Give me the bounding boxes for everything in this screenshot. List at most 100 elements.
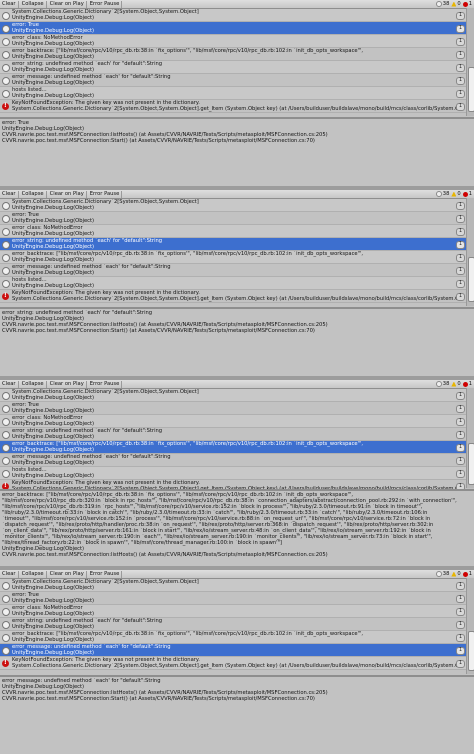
log-stack-line: UnityEngine.Debug:Log(Object) [12, 283, 95, 289]
log-entry[interactable]: KeyNotFoundException: The given key was … [0, 290, 474, 303]
info-count-toggle[interactable]: 38 [435, 571, 449, 577]
clear-button[interactable]: Clear [0, 380, 19, 388]
log-entry[interactable]: error_message: undefined method `each' f… [0, 454, 474, 467]
collapse-count-badge: 1 [456, 25, 465, 33]
clear-on-play-toggle[interactable]: Clear on Play [48, 190, 87, 198]
scrollbar-thumb[interactable] [468, 257, 474, 302]
error-count-toggle[interactable]: 1 [462, 381, 472, 387]
error-count-toggle[interactable]: 1 [462, 1, 472, 7]
info-icon [2, 392, 10, 400]
log-entry[interactable]: System.Collections.Generic.Dictionary`2[… [0, 579, 474, 592]
clear-button[interactable]: Clear [0, 570, 19, 578]
info-icon [2, 90, 10, 98]
warning-count-toggle[interactable]: 0 [451, 1, 461, 7]
log-entry[interactable]: error_string: undefined method `each' fo… [0, 61, 474, 74]
clear-button[interactable]: Clear [0, 0, 19, 8]
info-icon [2, 634, 10, 642]
collapse-count-badge: 1 [456, 77, 465, 85]
error-pause-toggle[interactable]: Error Pause [88, 190, 123, 198]
count-label: 1 [468, 571, 472, 577]
info-count-toggle[interactable]: 38 [435, 1, 449, 7]
count-label: 38 [442, 381, 450, 387]
clear-on-play-toggle[interactable]: Clear on Play [48, 0, 87, 8]
log-list-scrollbar[interactable] [466, 388, 474, 488]
console-toolbar: Clear Collapse Clear on Play Error Pause 38 0… [0, 0, 474, 9]
scrollbar-thumb[interactable] [468, 631, 474, 671]
log-entry[interactable]: error_message: undefined method `each' f… [0, 74, 474, 87]
info-count-toggle[interactable]: 38 [435, 381, 450, 387]
collapse-toggle[interactable]: Collapse [20, 380, 47, 388]
warning-icon [451, 1, 457, 7]
log-entry[interactable]: System.Collections.Generic.Dictionary`2[… [0, 199, 474, 212]
warning-count-toggle[interactable]: 0 [451, 191, 461, 197]
error-pause-toggle[interactable]: Error Pause [88, 380, 123, 388]
warning-count-toggle[interactable]: 0 [451, 381, 461, 387]
info-icon [2, 241, 10, 249]
count-label: 38 [442, 191, 450, 197]
collapse-toggle[interactable]: Collapse [20, 0, 47, 8]
log-entry[interactable]: error_message: undefined method `each' f… [0, 264, 474, 277]
error-pause-toggle[interactable]: Error Pause [88, 0, 123, 8]
log-entry[interactable]: System.Collections.Generic.Dictionary`2[… [0, 389, 474, 402]
scrollbar-thumb[interactable] [468, 67, 474, 112]
clear-on-play-toggle[interactable]: Clear on Play [48, 570, 87, 578]
log-entry[interactable]: error_class: NoMethodError UnityEngine.De… [0, 415, 474, 428]
log-entry[interactable]: System.Collections.Generic.Dictionary`2[… [0, 9, 474, 22]
log-entry[interactable]: error_string: undefined method `each' fo… [0, 618, 474, 631]
collapse-toggle[interactable]: Collapse [20, 190, 47, 198]
collapse-count-badge: 1 [456, 457, 465, 465]
log-entry[interactable]: error: True UnityEngine.Debug:Log(Object)… [0, 402, 474, 415]
log-entry[interactable]: error_class: NoMethodError UnityEngine.De… [0, 605, 474, 618]
log-entry[interactable]: KeyNotFoundException: The given key was … [0, 100, 474, 113]
error-count-toggle[interactable]: 1 [462, 191, 472, 197]
log-entry[interactable]: error_backtrace: ["lib/msf/core/rpc/v10/… [0, 631, 474, 644]
clear-on-play-toggle[interactable]: Clear on Play [48, 380, 87, 388]
log-entry[interactable]: hosts listed... UnityEngine.Debug:Log(Obj… [0, 87, 474, 100]
scrollbar-thumb[interactable] [468, 443, 474, 485]
log-counters: 38 0 1 [434, 381, 472, 387]
log-entry[interactable]: error_backtrace: ["lib/msf/core/rpc/v10/… [0, 48, 474, 61]
log-list-scrollbar[interactable] [466, 8, 474, 116]
warning-icon [451, 191, 457, 197]
log-entry[interactable]: KeyNotFoundException: The given key was … [0, 480, 474, 489]
log-stack-line: UnityEngine.Debug:Log(Object) [12, 54, 95, 60]
collapse-count-badge: 1 [456, 660, 465, 668]
log-entry[interactable]: hosts listed... UnityEngine.Debug:Log(Obj… [0, 277, 474, 290]
log-entry[interactable]: error_class: NoMethodError UnityEngine.De… [0, 225, 474, 238]
log-stack-line: UnityEngine.Debug:Log(Object) [12, 218, 95, 224]
log-detail-pane: error_backtrace: ["lib/msf/core/rpc/v10/… [0, 491, 474, 559]
console-panel-1: Clear Collapse Clear on Play Error Pause 38 0… [0, 0, 474, 186]
log-entry[interactable]: error: True UnityEngine.Debug:Log(Object)… [0, 592, 474, 605]
error-count-toggle[interactable]: 1 [462, 571, 472, 577]
info-icon [2, 215, 10, 223]
clear-button[interactable]: Clear [0, 190, 19, 198]
log-entry[interactable]: error_string: undefined method `each' fo… [0, 238, 474, 251]
collapse-count-badge: 1 [456, 103, 465, 111]
count-label: 0 [457, 571, 461, 577]
log-stack-line: UnityEngine.Debug:Log(Object) [12, 244, 95, 250]
log-list-scrollbar[interactable] [466, 198, 474, 306]
error-pause-toggle[interactable]: Error Pause [88, 570, 123, 578]
log-entry[interactable]: error_message: undefined method `each' f… [0, 644, 474, 657]
info-icon [2, 444, 10, 452]
info-icon [2, 582, 10, 590]
log-entry[interactable]: error_backtrace: ["lib/msf/core/rpc/v10/… [0, 441, 474, 454]
log-entry[interactable]: error_class: NoMethodError UnityEngine.De… [0, 35, 474, 48]
log-entry[interactable]: error: True UnityEngine.Debug:Log(Object)… [0, 212, 474, 225]
log-counters: 38 0 1 [434, 1, 472, 7]
warning-count-toggle[interactable]: 0 [451, 571, 461, 577]
log-entry[interactable]: hosts listed... UnityEngine.Debug:Log(Obj… [0, 467, 474, 480]
collapse-toggle[interactable]: Collapse [20, 570, 47, 578]
log-detail-pane: error_string: undefined method `each' fo… [0, 309, 474, 335]
log-list-scrollbar[interactable] [466, 578, 474, 674]
log-entry[interactable]: error: True UnityEngine.Debug:Log(Object)… [0, 22, 474, 35]
info-icon [2, 267, 10, 275]
info-count-toggle[interactable]: 38 [435, 191, 450, 197]
log-entry[interactable]: error_backtrace: ["lib/msf/core/rpc/v10/… [0, 251, 474, 264]
log-entry[interactable]: error_string: undefined method `each' fo… [0, 428, 474, 441]
log-stack-line: UnityEngine.Debug:Log(Object) [12, 460, 95, 466]
log-stack-line: UnityEngine.Debug:Log(Object) [12, 41, 95, 47]
log-stack-line: UnityEngine.Debug:Log(Object) [12, 93, 95, 99]
log-stack-line: UnityEngine.Debug:Log(Object) [12, 611, 95, 617]
log-entry[interactable]: KeyNotFoundException: The given key was … [0, 657, 474, 670]
